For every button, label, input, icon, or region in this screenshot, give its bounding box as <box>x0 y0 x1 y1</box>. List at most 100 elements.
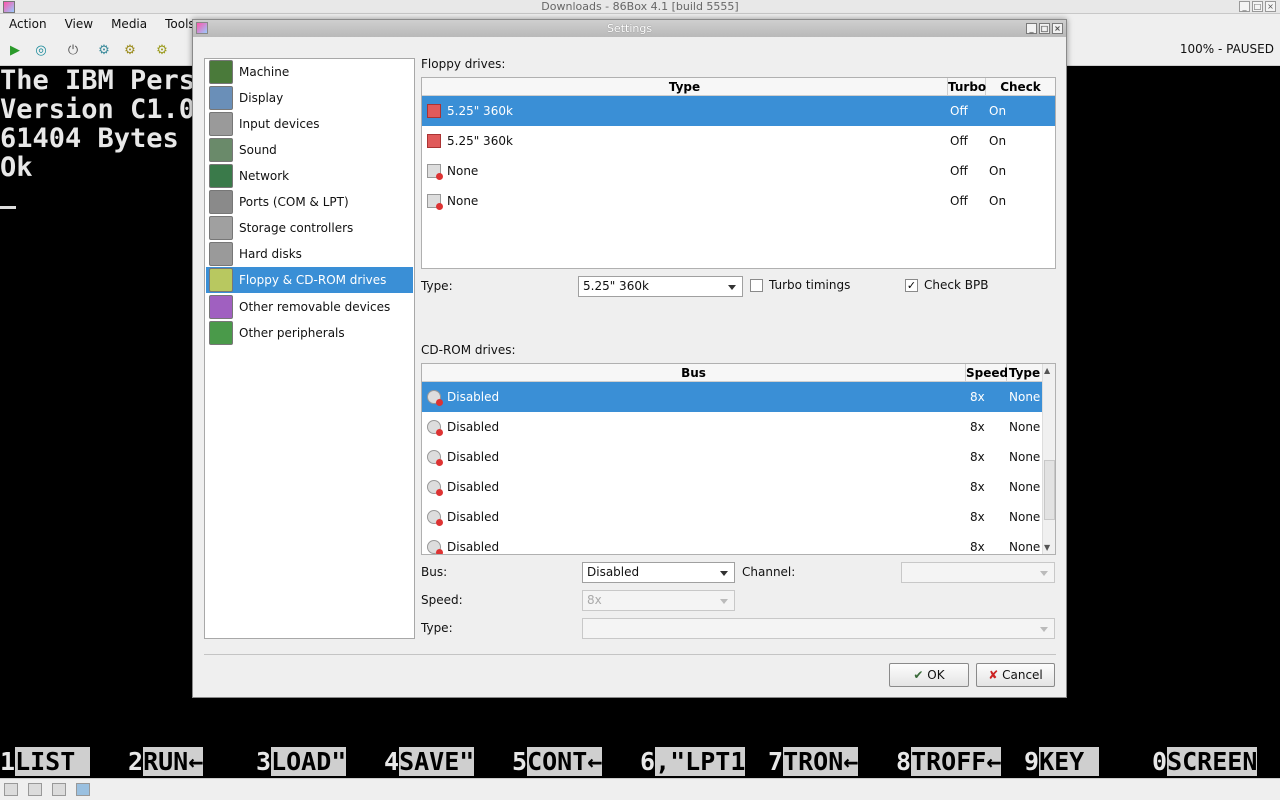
minimize-icon[interactable]: _ <box>1239 1 1250 12</box>
ok-button[interactable]: ✔ OK <box>889 663 969 687</box>
fkey-label: KEY <box>1039 747 1100 776</box>
sound-icon[interactable] <box>76 783 90 796</box>
fkey: 0SCREEN <box>1152 746 1258 778</box>
turbo-timings-label[interactable]: Turbo timings <box>769 278 850 292</box>
cdrom-speed-cell: 8x <box>970 540 985 554</box>
cancel-button-label: Cancel <box>1002 668 1043 682</box>
nav-item-label: Floppy & CD-ROM drives <box>239 273 387 287</box>
column-header-type[interactable]: Type <box>422 78 948 96</box>
close-icon[interactable]: × <box>1052 23 1063 34</box>
floppy-row[interactable]: 5.25" 360k Off On <box>422 126 1055 156</box>
cdrom-row[interactable]: Disabled 8x None <box>422 532 1042 554</box>
floppy-check-bpb-cell: On <box>989 134 1007 148</box>
cdrom-type-cell: None <box>1009 540 1041 554</box>
check-bpb-checkbox[interactable]: ✓ <box>905 279 918 292</box>
fkey-number: 2 <box>128 747 144 776</box>
menu-action[interactable]: Action <box>0 17 56 31</box>
nav-item[interactable]: Ports (COM & LPT) <box>206 189 413 215</box>
cancel-button[interactable]: ✘ Cancel <box>976 663 1055 687</box>
cdrom-row[interactable]: Disabled 8x None <box>422 442 1042 472</box>
ctrl-alt-del-icon[interactable]: ⚙ <box>96 42 112 58</box>
column-header-speed[interactable]: Speed <box>966 364 1008 382</box>
fkey-number: 6 <box>640 747 656 776</box>
cdrom-speed-select[interactable]: 8x <box>582 590 735 611</box>
floppy-row[interactable]: None Off On <box>422 156 1055 186</box>
nav-item[interactable]: Input devices <box>206 111 413 137</box>
fkey-label: TRON← <box>783 747 859 776</box>
nav-item[interactable]: Network <box>206 163 413 189</box>
nav-item[interactable]: Machine <box>206 59 413 85</box>
floppy-type-cell: None <box>447 194 479 208</box>
keyboard-icon[interactable] <box>4 783 18 796</box>
cdrom-scrollbar[interactable]: ▲ ▼ <box>1042 364 1055 554</box>
cdrom-row[interactable]: Disabled 8x None <box>422 472 1042 502</box>
cdrom-disabled-icon <box>427 480 443 496</box>
nav-item[interactable]: Other removable devices <box>206 294 413 320</box>
menu-media[interactable]: Media <box>102 17 156 31</box>
floppy-icon[interactable] <box>52 783 66 796</box>
screen-line: Version C1.0 <box>0 94 196 125</box>
floppy-turbo-cell: Off <box>950 164 968 178</box>
floppy-drives-table[interactable]: Type Turbo Check BPB 5.25" 360kOffOn5.25… <box>421 77 1056 269</box>
reset-icon[interactable]: ◎ <box>33 42 49 58</box>
category-icon <box>209 190 233 214</box>
column-header-bus[interactable]: Bus <box>422 364 966 382</box>
cdrom-speed-cell: 8x <box>970 420 985 434</box>
cdrom-row[interactable]: Disabled 8x None <box>422 412 1042 442</box>
cdrom-bus-select[interactable]: Disabled <box>582 562 735 583</box>
cdrom-disabled-icon <box>427 420 443 436</box>
cdrom-drives-table[interactable]: Bus Speed Type Disabled 8x None Disabled 8x N… <box>421 363 1056 555</box>
category-icon <box>209 295 233 319</box>
scroll-up-icon[interactable]: ▲ <box>1044 366 1050 375</box>
nav-item[interactable]: Floppy & CD-ROM drives <box>206 267 413 293</box>
close-icon[interactable]: × <box>1265 1 1276 12</box>
play-icon[interactable]: ▶ <box>7 42 23 58</box>
minimize-icon[interactable]: _ <box>1026 23 1037 34</box>
cdrom-bus-cell: Disabled <box>447 450 500 464</box>
floppy-drive-icon <box>427 104 441 118</box>
cdrom-speed-cell: 8x <box>970 480 985 494</box>
nav-item-label: Network <box>239 169 290 183</box>
floppy-turbo-cell: Off <box>950 104 968 118</box>
text-cursor <box>0 206 16 209</box>
fkey-number: 0 <box>1152 747 1168 776</box>
cdrom-row[interactable]: Disabled 8x None <box>422 502 1042 532</box>
column-header-type[interactable]: Type <box>1007 364 1042 382</box>
fkey-label: RUN← <box>143 747 204 776</box>
category-icon <box>209 164 233 188</box>
floppy-row[interactable]: 5.25" 360k Off On <box>422 96 1055 126</box>
nav-item-label: Input devices <box>239 117 320 131</box>
fkey-number: 8 <box>896 747 912 776</box>
floppy-type-select[interactable]: 5.25" 360k <box>578 276 743 297</box>
cdrom-row[interactable]: Disabled 8x None <box>422 382 1042 412</box>
nav-item[interactable]: Sound <box>206 137 413 163</box>
floppy-type-cell: 5.25" 360k <box>447 134 513 148</box>
check-bpb-label[interactable]: Check BPB <box>924 278 988 292</box>
column-header-check-bpb[interactable]: Check BPB <box>986 78 1055 112</box>
cdrom-type-select[interactable] <box>582 618 1055 639</box>
maximize-icon[interactable]: □ <box>1252 1 1263 12</box>
scroll-down-icon[interactable]: ▼ <box>1044 543 1050 552</box>
no-drive-icon <box>427 164 443 180</box>
floppy-row[interactable]: None Off On <box>422 186 1055 216</box>
power-icon[interactable]: ⏻ <box>65 42 81 58</box>
settings-icon[interactable]: ⚙ <box>154 42 170 58</box>
menu-view[interactable]: View <box>56 17 102 31</box>
fkey-label: ,"LPT1 <box>655 747 746 776</box>
category-icon <box>209 321 233 345</box>
maximize-icon[interactable]: □ <box>1039 23 1050 34</box>
turbo-timings-checkbox[interactable] <box>750 279 763 292</box>
nav-item[interactable]: Storage controllers <box>206 215 413 241</box>
fkey: 2RUN← <box>128 746 204 778</box>
ctrl-alt-esc-icon[interactable]: ⚙ <box>122 42 138 58</box>
floppy-icon[interactable] <box>28 783 42 796</box>
cancel-icon: ✘ <box>988 668 999 682</box>
category-icon <box>209 242 233 266</box>
column-header-turbo[interactable]: Turbo <box>948 78 986 96</box>
scrollbar-thumb[interactable] <box>1044 460 1055 520</box>
window-buttons: _ □ × <box>1239 1 1276 12</box>
nav-item[interactable]: Display <box>206 85 413 111</box>
nav-item[interactable]: Hard disks <box>206 241 413 267</box>
nav-item[interactable]: Other peripherals <box>206 320 413 346</box>
cdrom-channel-select[interactable] <box>901 562 1055 583</box>
